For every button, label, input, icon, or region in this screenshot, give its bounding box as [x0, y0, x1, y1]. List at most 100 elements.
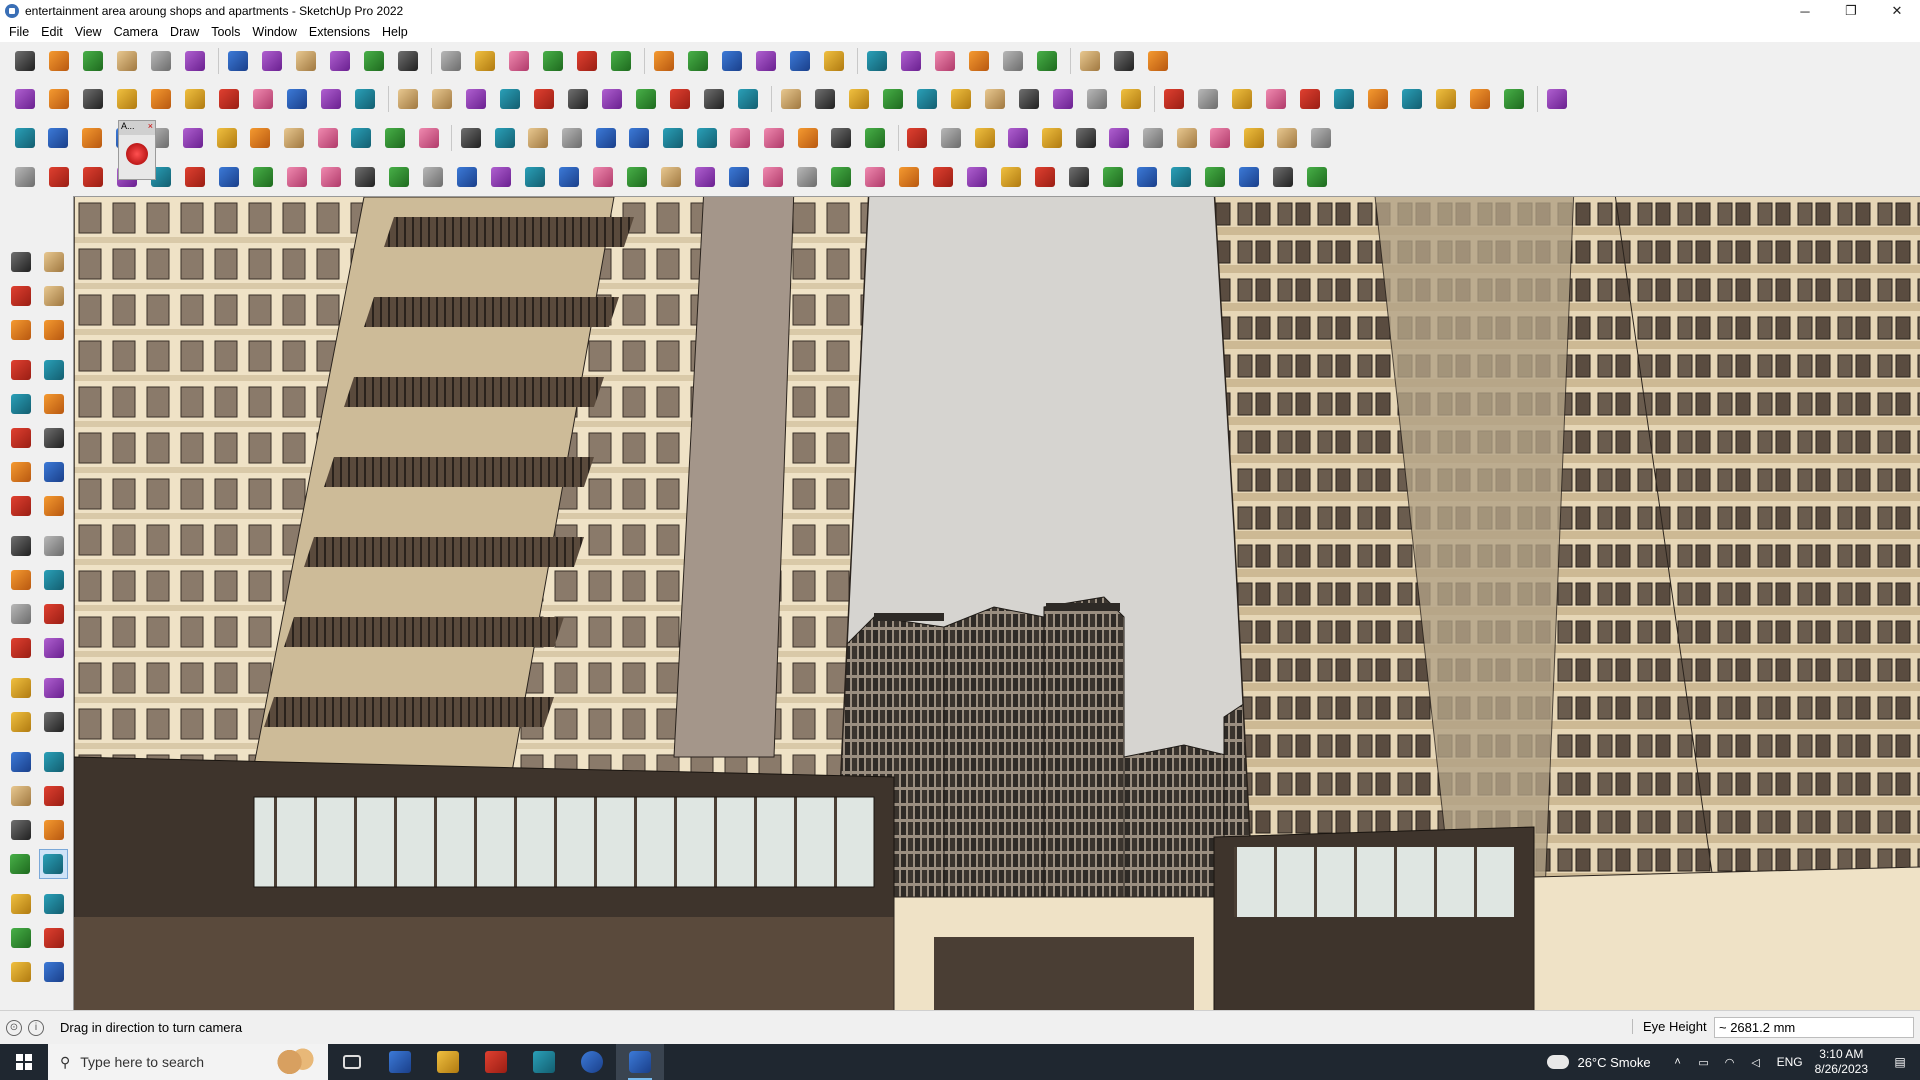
door2-icon[interactable] [962, 162, 992, 192]
eraser-small-icon[interactable] [39, 281, 68, 311]
weld-icon[interactable] [1193, 84, 1223, 114]
rectangle-tool-icon[interactable] [6, 389, 35, 419]
ellipse-icon[interactable] [1014, 84, 1044, 114]
up-arrows-icon[interactable] [930, 46, 960, 76]
profile-icon[interactable] [785, 46, 815, 76]
line-violet-icon[interactable] [495, 84, 525, 114]
stripes2-icon[interactable] [1234, 162, 1264, 192]
tile-orange-icon[interactable] [1138, 123, 1168, 153]
ring-icon[interactable] [1116, 84, 1146, 114]
axes-tool-icon[interactable] [6, 673, 35, 703]
section-tool-icon[interactable] [39, 889, 68, 919]
menu-extensions[interactable]: Extensions [303, 22, 376, 42]
3d-viewport[interactable] [73, 196, 1920, 1010]
chain-icon[interactable] [1227, 84, 1257, 114]
fan2-icon[interactable] [1064, 162, 1094, 192]
plane-green-icon[interactable] [529, 84, 559, 114]
arc-tool-icon[interactable] [6, 457, 35, 487]
gear-icon[interactable] [1071, 123, 1101, 153]
component-icon[interactable] [78, 84, 108, 114]
close-red-icon[interactable] [1239, 123, 1269, 153]
down-arrows-icon[interactable] [964, 46, 994, 76]
pan-icon[interactable] [538, 46, 568, 76]
spring-icon[interactable] [690, 162, 720, 192]
scale-tool-icon[interactable] [6, 599, 35, 629]
block-icon[interactable] [1030, 162, 1060, 192]
spiral-orange-icon[interactable] [692, 123, 722, 153]
spiral-blue-icon[interactable] [725, 123, 755, 153]
grid-red-icon[interactable] [245, 123, 275, 153]
ball-icon[interactable] [248, 162, 278, 192]
house-icon[interactable] [665, 84, 695, 114]
menu-help[interactable]: Help [376, 22, 414, 42]
menu-tools[interactable]: Tools [205, 22, 246, 42]
fence-icon[interactable] [776, 84, 806, 114]
rotated-rect-icon[interactable] [39, 389, 68, 419]
arc-icon[interactable] [1082, 84, 1112, 114]
wheel-icon[interactable] [554, 162, 584, 192]
clock[interactable]: 3:10 AM 8/26/2023 [1815, 1047, 1868, 1077]
dimension-icon[interactable] [39, 707, 68, 737]
volume-icon[interactable]: ◁ [1747, 1054, 1765, 1070]
seat-icon[interactable] [928, 162, 958, 192]
pen-icon[interactable] [724, 162, 754, 192]
minimize-button[interactable]: ─ [1782, 0, 1828, 22]
cross-red-icon[interactable] [456, 123, 486, 153]
ruby-icon[interactable] [126, 143, 148, 165]
spline-icon[interactable] [1159, 84, 1189, 114]
paint-bucket-icon[interactable] [180, 46, 210, 76]
flow-green-icon[interactable] [860, 123, 890, 153]
input-language[interactable]: ENG [1777, 1055, 1803, 1069]
zoom-window-icon[interactable] [606, 46, 636, 76]
spline-red-icon[interactable] [44, 162, 74, 192]
box-icon[interactable] [10, 84, 40, 114]
leaf-icon[interactable] [622, 162, 652, 192]
tile-orange2-icon[interactable] [1205, 123, 1235, 153]
teams-app[interactable] [520, 1044, 568, 1080]
geo-location-icon[interactable]: ⊙ [6, 1019, 22, 1036]
stair2-icon[interactable] [826, 162, 856, 192]
triangle-gold-icon[interactable] [625, 123, 655, 153]
calculator-app[interactable] [376, 1044, 424, 1080]
branch-icon[interactable] [346, 123, 376, 153]
solid-icon[interactable] [1397, 84, 1427, 114]
cube-wire-icon[interactable] [214, 162, 244, 192]
text-tool-icon[interactable] [39, 633, 68, 663]
tile-gold-icon[interactable] [1172, 123, 1202, 153]
roof-icon[interactable] [699, 84, 729, 114]
iso-view-icon[interactable] [649, 46, 679, 76]
star-icon[interactable] [759, 123, 789, 153]
comb-icon[interactable] [520, 162, 550, 192]
zoom-extents-icon[interactable] [10, 46, 40, 76]
cone-teal-icon[interactable] [557, 123, 587, 153]
polygon-tool-icon[interactable] [39, 423, 68, 453]
styles-icon[interactable] [6, 923, 35, 953]
grid-gold-icon[interactable] [1004, 123, 1034, 153]
rotate-icon[interactable] [325, 46, 355, 76]
offset-tool-icon[interactable] [39, 599, 68, 629]
stair-icon[interactable] [597, 84, 627, 114]
axis-x-icon[interactable] [316, 84, 346, 114]
push-pull-icon[interactable] [223, 46, 253, 76]
front-view-icon[interactable] [717, 46, 747, 76]
freehand-icon[interactable] [39, 355, 68, 385]
hook-icon[interactable] [418, 162, 448, 192]
cross-blue-icon[interactable] [524, 123, 554, 153]
top-view-icon[interactable] [683, 46, 713, 76]
measurements-input[interactable]: ~ 2681.2 mm [1714, 1017, 1914, 1038]
zoom-extents-tool-icon[interactable] [6, 815, 35, 845]
add-location-icon[interactable] [819, 46, 849, 76]
section-plane-icon[interactable] [998, 46, 1028, 76]
horseshoe-icon[interactable] [826, 123, 856, 153]
bucket-icon[interactable] [793, 123, 823, 153]
edge-app[interactable] [568, 1044, 616, 1080]
menu-file[interactable]: File [3, 22, 35, 42]
select-path-icon[interactable] [10, 162, 40, 192]
roof-red-icon[interactable] [1329, 84, 1359, 114]
curve-dots-icon[interactable] [1273, 123, 1303, 153]
claw-icon[interactable] [180, 162, 210, 192]
axis-f-icon[interactable] [350, 84, 380, 114]
tape-measure-icon[interactable] [393, 46, 423, 76]
lasso-icon[interactable] [146, 46, 176, 76]
circle-icon[interactable] [946, 84, 976, 114]
